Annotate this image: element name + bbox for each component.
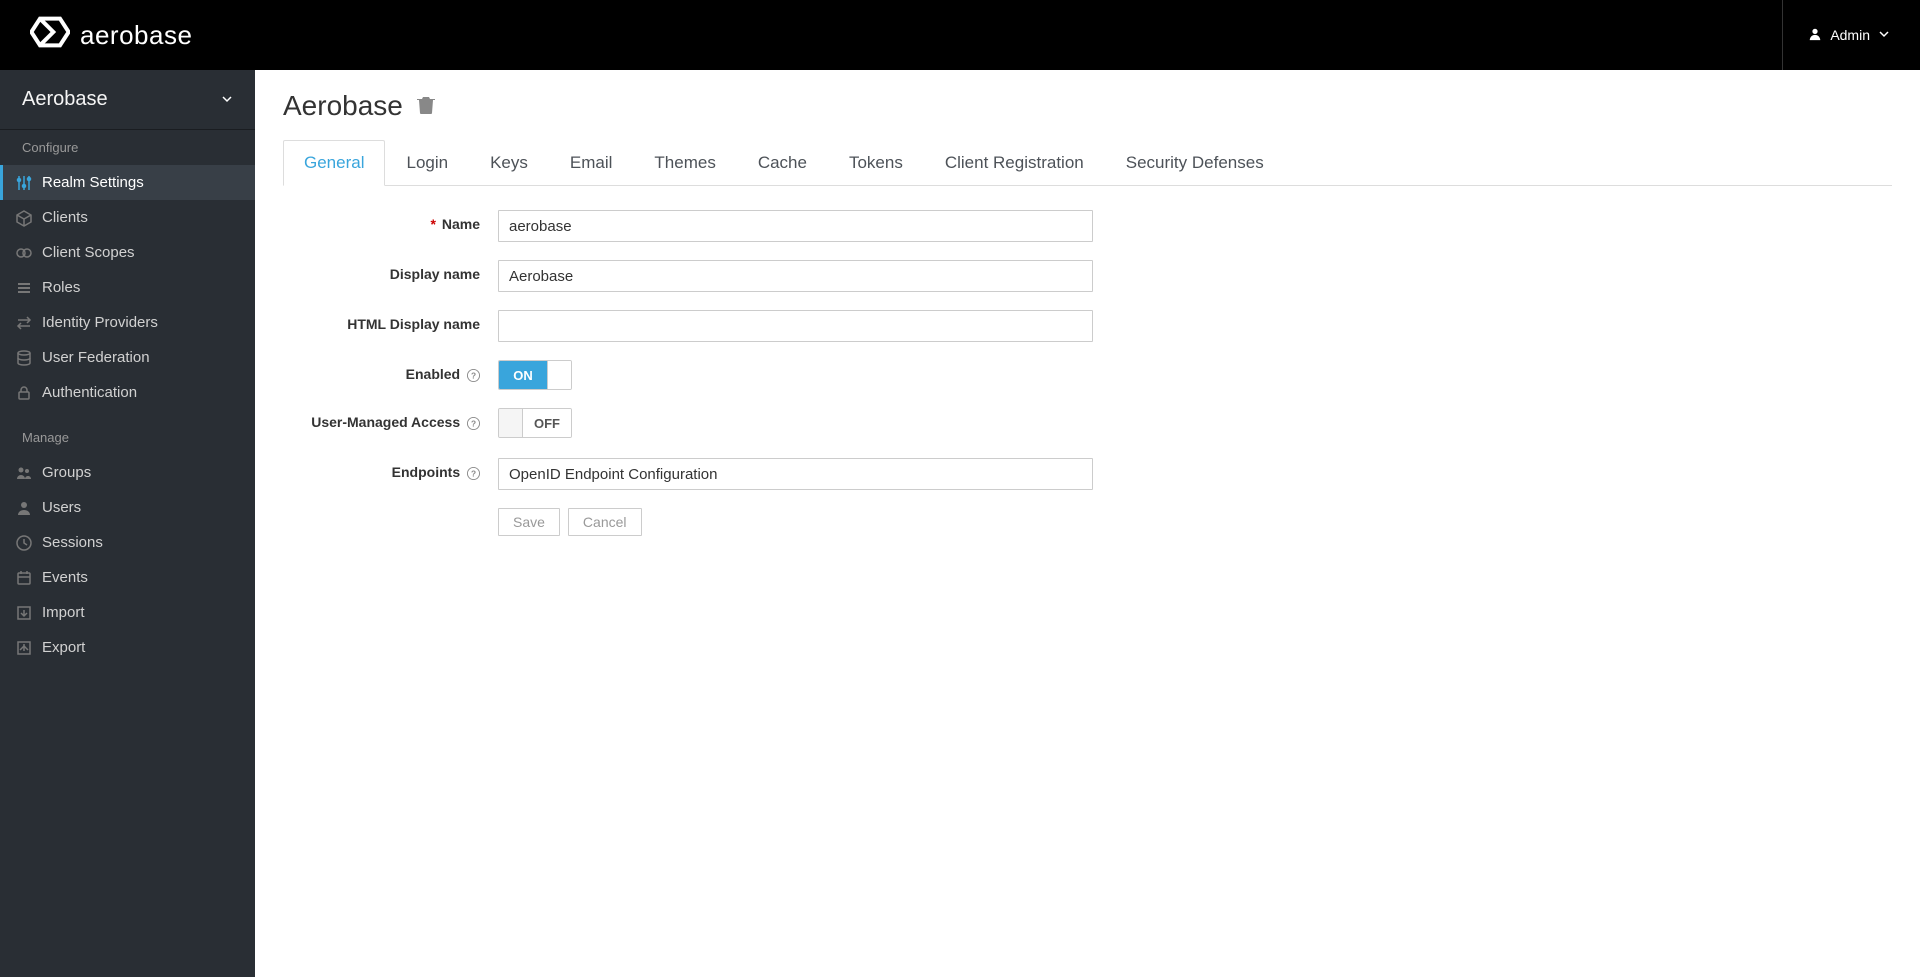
realm-selector-name: Aerobase <box>22 88 108 111</box>
page-title-row: Aerobase <box>283 90 1892 122</box>
group-icon <box>15 464 33 482</box>
tab-security-defenses[interactable]: Security Defenses <box>1105 140 1285 185</box>
sidebar-item-events[interactable]: Events <box>0 560 255 595</box>
sidebar-item-clients[interactable]: Clients <box>0 200 255 235</box>
endpoints-label: Endpoints ? <box>283 458 498 480</box>
sidebar-item-label: Authentication <box>42 384 137 401</box>
sidebar-item-label: Groups <box>42 464 91 481</box>
cube-icon <box>15 209 33 227</box>
logo-text: aerobase <box>80 20 192 51</box>
trash-icon[interactable] <box>417 95 435 118</box>
section-header-manage: Manage <box>0 420 255 455</box>
tab-login[interactable]: Login <box>385 140 469 185</box>
sidebar-item-roles[interactable]: Roles <box>0 270 255 305</box>
list-icon <box>15 279 33 297</box>
content: Aerobase General Login Keys Email Themes… <box>255 70 1920 977</box>
help-icon[interactable]: ? <box>464 464 480 480</box>
toggle-handle <box>547 361 571 389</box>
tab-themes[interactable]: Themes <box>633 140 736 185</box>
uma-label: User-Managed Access ? <box>283 408 498 430</box>
user-icon <box>15 499 33 517</box>
enabled-toggle[interactable]: ON <box>498 360 572 390</box>
toggle-off-label: OFF <box>523 409 571 437</box>
enabled-label: Enabled ? <box>283 360 498 382</box>
tab-keys[interactable]: Keys <box>469 140 549 185</box>
endpoints-input[interactable] <box>498 458 1093 490</box>
user-icon <box>1808 27 1822 44</box>
tabs: General Login Keys Email Themes Cache To… <box>283 140 1892 186</box>
scopes-icon <box>15 244 33 262</box>
sidebar-item-identity-providers[interactable]: Identity Providers <box>0 305 255 340</box>
sidebar-item-export[interactable]: Export <box>0 630 255 665</box>
sidebar-item-label: Identity Providers <box>42 314 158 331</box>
sidebar-item-user-federation[interactable]: User Federation <box>0 340 255 375</box>
header: aerobase Admin <box>0 0 1920 70</box>
page-title: Aerobase <box>283 90 403 122</box>
lock-icon <box>15 384 33 402</box>
sidebar-item-label: Events <box>42 569 88 586</box>
svg-text:?: ? <box>471 370 476 380</box>
svg-text:?: ? <box>471 468 476 478</box>
logo-icon <box>30 16 70 55</box>
sidebar-item-label: Users <box>42 499 81 516</box>
tab-tokens[interactable]: Tokens <box>828 140 924 185</box>
html-display-name-input[interactable] <box>498 310 1093 342</box>
export-icon <box>15 639 33 657</box>
help-icon[interactable]: ? <box>464 414 480 430</box>
user-menu[interactable]: Admin <box>1782 0 1890 70</box>
toggle-on-label: ON <box>499 361 547 389</box>
section-header-configure: Configure <box>0 130 255 165</box>
uma-toggle[interactable]: OFF <box>498 408 572 438</box>
sidebar-item-label: Clients <box>42 209 88 226</box>
sidebar-item-label: Realm Settings <box>42 174 144 191</box>
tab-general[interactable]: General <box>283 140 385 186</box>
sidebar-item-label: Export <box>42 639 85 656</box>
cancel-button[interactable]: Cancel <box>568 508 642 536</box>
calendar-icon <box>15 569 33 587</box>
sidebar-item-label: Import <box>42 604 85 621</box>
toggle-handle <box>499 409 523 437</box>
logo[interactable]: aerobase <box>30 16 192 55</box>
sidebar-item-authentication[interactable]: Authentication <box>0 375 255 410</box>
sidebar-item-import[interactable]: Import <box>0 595 255 630</box>
sidebar-item-label: Roles <box>42 279 80 296</box>
sidebar-item-client-scopes[interactable]: Client Scopes <box>0 235 255 270</box>
chevron-down-icon <box>1878 27 1890 43</box>
import-icon <box>15 604 33 622</box>
tab-client-registration[interactable]: Client Registration <box>924 140 1105 185</box>
sidebar-item-label: Client Scopes <box>42 244 135 261</box>
sliders-icon <box>15 174 33 192</box>
save-button[interactable]: Save <box>498 508 560 536</box>
html-display-name-label: HTML Display name <box>283 310 498 332</box>
sidebar-item-users[interactable]: Users <box>0 490 255 525</box>
sidebar-item-label: Sessions <box>42 534 103 551</box>
sidebar-item-realm-settings[interactable]: Realm Settings <box>0 165 255 200</box>
sidebar: Aerobase Configure Realm Settings Client… <box>0 70 255 977</box>
svg-text:?: ? <box>471 418 476 428</box>
clock-icon <box>15 534 33 552</box>
display-name-label: Display name <box>283 260 498 282</box>
help-icon[interactable]: ? <box>464 366 480 382</box>
chevron-down-icon <box>221 92 233 108</box>
sidebar-item-groups[interactable]: Groups <box>0 455 255 490</box>
name-label: * Name <box>283 210 498 232</box>
tab-email[interactable]: Email <box>549 140 634 185</box>
user-name: Admin <box>1830 27 1870 43</box>
sidebar-item-sessions[interactable]: Sessions <box>0 525 255 560</box>
database-icon <box>15 349 33 367</box>
sidebar-item-label: User Federation <box>42 349 150 366</box>
display-name-input[interactable] <box>498 260 1093 292</box>
name-input[interactable] <box>498 210 1093 242</box>
realm-selector[interactable]: Aerobase <box>0 70 255 130</box>
exchange-icon <box>15 314 33 332</box>
tab-cache[interactable]: Cache <box>737 140 828 185</box>
